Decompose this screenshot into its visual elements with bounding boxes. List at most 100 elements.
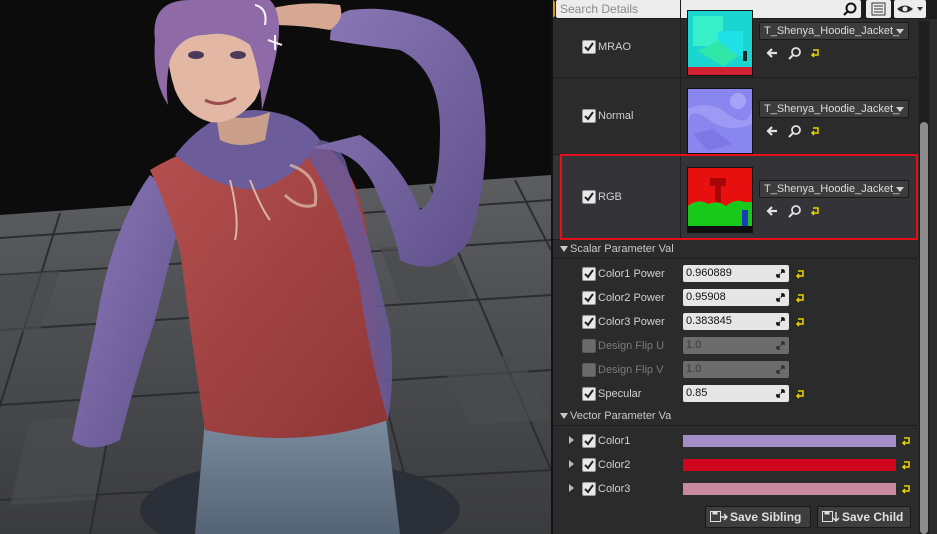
color3-power-value: 0.383845 bbox=[686, 315, 732, 327]
reset-icon[interactable] bbox=[901, 460, 911, 470]
design-flip-v-label: Design Flip V bbox=[598, 364, 664, 376]
chevron-down-icon bbox=[896, 29, 904, 34]
normal-checkbox[interactable] bbox=[582, 109, 596, 123]
checkmark-icon bbox=[584, 42, 594, 52]
mrao-texture-thumbnail[interactable] bbox=[687, 10, 753, 76]
drag-arrows-icon bbox=[776, 269, 785, 278]
mrao-asset-dropdown[interactable]: T_Shenya_Hoodie_Jacket_ bbox=[759, 22, 909, 40]
color1-power-input[interactable]: 0.960889 bbox=[683, 265, 789, 282]
scalar-param-row: Design Flip U 1.0 bbox=[553, 334, 917, 358]
texture-param-row-mrao: MRAO T_Shenya_Hoodie_Jacket_ bbox=[553, 0, 917, 78]
design-flip-u-checkbox[interactable] bbox=[582, 339, 596, 353]
color3-power-label: Color3 Power bbox=[598, 316, 665, 328]
design-flip-u-input[interactable]: 1.0 bbox=[683, 337, 789, 354]
drag-arrows-icon bbox=[776, 365, 785, 374]
level-viewport[interactable] bbox=[0, 0, 551, 534]
drag-arrows-icon bbox=[776, 389, 785, 398]
collapse-arrow-icon bbox=[560, 246, 568, 252]
color1-power-checkbox[interactable] bbox=[582, 267, 596, 281]
viewport-scene bbox=[0, 0, 551, 534]
drag-arrows-icon bbox=[776, 341, 785, 350]
mrao-asset-name: T_Shenya_Hoodie_Jacket_ bbox=[764, 25, 900, 37]
color2-swatch[interactable] bbox=[683, 459, 896, 471]
design-flip-v-input[interactable]: 1.0 bbox=[683, 361, 789, 378]
reset-icon[interactable] bbox=[901, 484, 911, 494]
use-selected-icon[interactable] bbox=[765, 46, 779, 60]
design-flip-v-checkbox[interactable] bbox=[582, 363, 596, 377]
vector-param-row: Color1 bbox=[553, 429, 917, 453]
specular-value: 0.85 bbox=[686, 387, 708, 399]
checkmark-icon bbox=[584, 293, 594, 303]
design-flip-v-value: 1.0 bbox=[686, 363, 702, 375]
drag-arrows-icon bbox=[776, 317, 785, 326]
color3-power-input[interactable]: 0.383845 bbox=[683, 313, 789, 330]
use-selected-icon[interactable] bbox=[765, 124, 779, 138]
scalar-param-row: Color3 Power 0.383845 bbox=[553, 310, 917, 334]
specular-label: Specular bbox=[598, 388, 642, 400]
color1-power-value: 0.960889 bbox=[686, 267, 732, 279]
label-column: MRAO bbox=[553, 0, 681, 77]
color2-power-label: Color2 Power bbox=[598, 292, 665, 304]
color1-swatch[interactable] bbox=[683, 435, 896, 447]
selection-highlight-box bbox=[560, 154, 918, 240]
design-flip-u-value: 1.0 bbox=[686, 339, 702, 351]
expand-arrow-icon[interactable] bbox=[569, 484, 574, 492]
scrollbar-thumb[interactable] bbox=[920, 122, 928, 534]
scalar-parameter-section-header[interactable]: Scalar Parameter Val bbox=[553, 241, 917, 259]
checkmark-icon bbox=[584, 111, 594, 121]
mrao-checkbox[interactable] bbox=[582, 40, 596, 54]
vector-param-row: Color2 bbox=[553, 453, 917, 477]
color2-checkbox[interactable] bbox=[582, 458, 596, 472]
details-panel: MRAO T_Shenya_Hoodie_Jacket_ Normal bbox=[551, 0, 937, 534]
color1-power-label: Color1 Power bbox=[598, 268, 665, 280]
drag-arrows-icon bbox=[776, 293, 785, 302]
chevron-down-icon bbox=[896, 107, 904, 112]
color2-power-checkbox[interactable] bbox=[582, 291, 596, 305]
normal-label: Normal bbox=[598, 110, 634, 122]
checkmark-icon bbox=[584, 460, 594, 470]
expand-arrow-icon[interactable] bbox=[569, 460, 574, 468]
reset-icon[interactable] bbox=[795, 293, 805, 303]
design-flip-u-label: Design Flip U bbox=[598, 340, 665, 352]
save-sibling-label: Save Sibling bbox=[730, 510, 802, 524]
save-icon bbox=[710, 511, 728, 522]
texture-param-row-normal: Normal T_Shenya_Hoodie_Jacket_ bbox=[553, 78, 917, 155]
color3-swatch[interactable] bbox=[683, 483, 896, 495]
scalar-param-row: Specular 0.85 bbox=[553, 382, 917, 406]
reset-icon[interactable] bbox=[810, 126, 820, 136]
color3-power-checkbox[interactable] bbox=[582, 315, 596, 329]
divider bbox=[553, 425, 917, 426]
reset-icon[interactable] bbox=[901, 436, 911, 446]
color2-power-value: 0.95908 bbox=[686, 291, 726, 303]
save-child-label: Save Child bbox=[842, 510, 904, 524]
scalar-param-row: Color2 Power 0.95908 bbox=[553, 286, 917, 310]
save-sibling-button[interactable]: Save Sibling bbox=[705, 506, 811, 528]
save-child-button[interactable]: Save Child bbox=[817, 506, 911, 528]
normal-asset-name: T_Shenya_Hoodie_Jacket_ bbox=[764, 103, 900, 115]
scalar-param-row: Design Flip V 1.0 bbox=[553, 358, 917, 382]
normal-texture-thumbnail[interactable] bbox=[687, 88, 753, 154]
color2-power-input[interactable]: 0.95908 bbox=[683, 289, 789, 306]
expand-arrow-icon[interactable] bbox=[569, 436, 574, 444]
specular-checkbox[interactable] bbox=[582, 387, 596, 401]
color3-checkbox[interactable] bbox=[582, 482, 596, 496]
specular-input[interactable]: 0.85 bbox=[683, 385, 789, 402]
reset-icon[interactable] bbox=[810, 48, 820, 58]
checkmark-icon bbox=[584, 436, 594, 446]
scalar-param-row: Color1 Power 0.960889 bbox=[553, 262, 917, 286]
browse-icon[interactable] bbox=[788, 46, 802, 60]
color1-checkbox[interactable] bbox=[582, 434, 596, 448]
vector-param-row: Color3 bbox=[553, 477, 917, 501]
browse-icon[interactable] bbox=[788, 124, 802, 138]
vector-section-title: Vector Parameter Va bbox=[570, 410, 672, 422]
reset-icon[interactable] bbox=[795, 317, 805, 327]
reset-icon[interactable] bbox=[795, 389, 805, 399]
reset-icon[interactable] bbox=[795, 269, 805, 279]
mrao-label: MRAO bbox=[598, 41, 631, 53]
checkmark-icon bbox=[584, 389, 594, 399]
normal-asset-dropdown[interactable]: T_Shenya_Hoodie_Jacket_ bbox=[759, 100, 909, 118]
scalar-section-title: Scalar Parameter Val bbox=[570, 243, 674, 255]
color1-label: Color1 bbox=[598, 435, 631, 447]
vector-parameter-section-header[interactable]: Vector Parameter Va bbox=[553, 408, 917, 426]
checkmark-icon bbox=[584, 484, 594, 494]
